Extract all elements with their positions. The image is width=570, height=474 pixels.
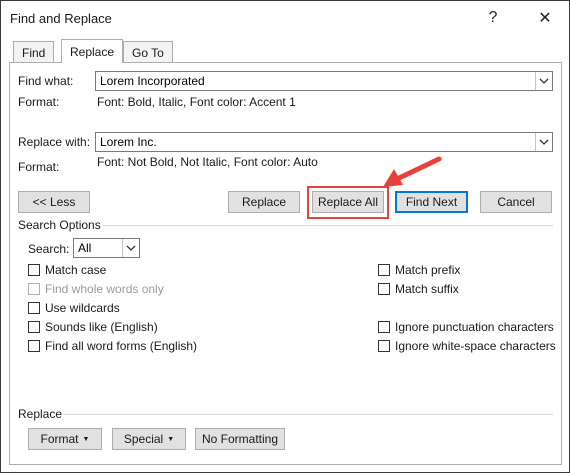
checkbox-box[interactable] [378, 340, 390, 352]
word-forms-label: Find all word forms (English) [45, 339, 198, 353]
replace-section-separator [63, 414, 553, 415]
match-case-checkbox[interactable]: Match case [28, 263, 106, 277]
checkbox-box[interactable] [28, 302, 40, 314]
tab-replace-label: Replace [70, 44, 115, 59]
replace-section-title: Replace [18, 407, 63, 421]
search-scope-select[interactable] [73, 238, 140, 258]
dropdown-caret-icon: ▼ [167, 435, 175, 443]
search-scope-arrow[interactable] [122, 239, 139, 257]
tab-replace[interactable]: Replace [61, 39, 124, 63]
sounds-like-label: Sounds like (English) [45, 320, 158, 334]
ignore-whitespace-label: Ignore white-space characters [395, 339, 556, 353]
checkbox-box[interactable] [28, 264, 40, 276]
format-button[interactable]: Format ▼ [28, 428, 102, 450]
checkbox-box[interactable] [28, 340, 40, 352]
search-options-title: Search Options [18, 218, 101, 232]
sounds-like-checkbox[interactable]: Sounds like (English) [28, 320, 158, 334]
search-scope-label: Search: [28, 242, 70, 256]
checkbox-box[interactable] [28, 283, 40, 295]
chevron-down-icon [126, 245, 136, 251]
wildcards-checkbox[interactable]: Use wildcards [28, 301, 120, 315]
checkbox-box[interactable] [378, 264, 390, 276]
ignore-whitespace-checkbox[interactable]: Ignore white-space characters [378, 339, 556, 353]
search-scope-value[interactable] [74, 239, 122, 257]
no-formatting-button[interactable]: No Formatting [195, 428, 285, 450]
whole-words-label: Find whole words only [45, 282, 164, 296]
special-button[interactable]: Special ▼ [112, 428, 186, 450]
whole-words-checkbox[interactable]: Find whole words only [28, 282, 164, 296]
match-case-label: Match case [45, 263, 107, 277]
match-prefix-label: Match prefix [395, 263, 461, 277]
match-suffix-label: Match suffix [395, 282, 459, 296]
match-suffix-checkbox[interactable]: Match suffix [378, 282, 459, 296]
special-button-label: Special [123, 432, 164, 446]
word-forms-checkbox[interactable]: Find all word forms (English) [28, 339, 197, 353]
ignore-punctuation-checkbox[interactable]: Ignore punctuation characters [378, 320, 554, 334]
checkbox-box[interactable] [378, 283, 390, 295]
dropdown-caret-icon: ▼ [82, 435, 90, 443]
ignore-punctuation-label: Ignore punctuation characters [395, 320, 554, 334]
checkbox-box[interactable] [378, 321, 390, 333]
match-prefix-checkbox[interactable]: Match prefix [378, 263, 460, 277]
wildcards-label: Use wildcards [45, 301, 120, 315]
format-button-label: Format [40, 432, 79, 446]
search-options-separator [103, 225, 553, 226]
checkbox-box[interactable] [28, 321, 40, 333]
find-replace-dialog: Find and Replace ? ✕ Find Replace Go To … [0, 0, 570, 473]
